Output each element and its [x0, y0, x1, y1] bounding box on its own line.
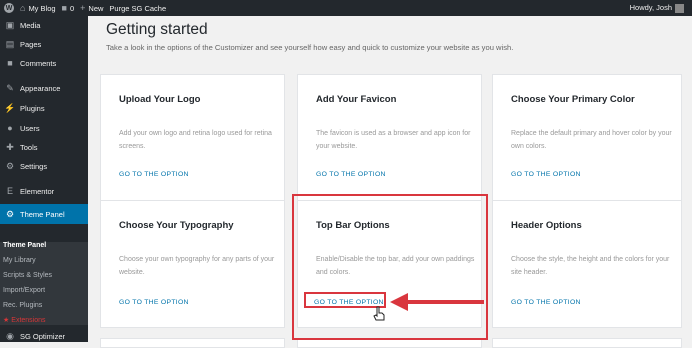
sidebar-item-label: Theme Panel [20, 209, 65, 219]
main-content: Getting started Take a look in the optio… [88, 16, 692, 348]
sidebar-item-media[interactable]: ▣ Media [0, 16, 88, 34]
purge-cache-link[interactable]: Purge SG Cache [109, 4, 166, 13]
card-title: Add Your Favicon [316, 94, 397, 105]
theme-panel-icon: ⚙ [5, 208, 15, 219]
media-icon: ▣ [5, 19, 15, 30]
submenu-my-library[interactable]: My Library [3, 257, 36, 264]
avatar [675, 3, 684, 13]
new-label: New [88, 3, 104, 13]
sidebar-item-sg-optimizer[interactable]: ◉ SG Optimizer [0, 329, 88, 343]
home-icon: ⌂ [20, 3, 26, 13]
admin-bar: W ⌂ My Blog ■ 0 + New Purge SG Cache How… [0, 0, 692, 16]
page-title: Getting started [106, 21, 208, 38]
card-description: Choose the style, the height and the col… [511, 256, 670, 276]
submenu-extensions-label: Extensions [11, 317, 46, 324]
sidebar-item-label: Elementor [20, 186, 55, 196]
card-partial [492, 338, 682, 348]
wordpress-logo-icon[interactable]: W [4, 3, 14, 13]
comments-link[interactable]: ■ 0 [62, 3, 75, 13]
sidebar-item-tools[interactable]: ✚ Tools [0, 138, 88, 156]
sidebar-item-label: Users [20, 123, 40, 133]
elementor-icon: Ε [6, 186, 13, 196]
appearance-icon: ✎ [6, 82, 14, 93]
hand-cursor-icon [373, 306, 385, 321]
card-title: Upload Your Logo [119, 94, 201, 105]
pages-icon: ▤ [5, 38, 15, 49]
sidebar-item-comments[interactable]: ■ Comments [0, 54, 88, 72]
sidebar-item-settings[interactable]: ⚙ Settings [0, 157, 88, 175]
settings-icon: ⚙ [5, 160, 15, 171]
submenu-import-export[interactable]: Import/Export [3, 287, 45, 294]
star-icon: ★ [3, 317, 10, 324]
sidebar-item-theme-panel[interactable]: ⚙ Theme Panel [0, 204, 88, 224]
highlight-box [292, 194, 488, 340]
go-to-option-link[interactable]: GO TO THE OPTION [511, 171, 581, 178]
card-add-favicon: Add Your Favicon The favicon is used as … [297, 74, 482, 209]
page-description: Take a look in the options of the Custom… [106, 43, 514, 52]
sidebar-item-label: SG Optimizer [20, 331, 66, 341]
submenu-scripts-styles[interactable]: Scripts & Styles [3, 272, 52, 279]
card-description: Replace the default primary and hover co… [511, 130, 672, 150]
go-to-option-link[interactable]: GO TO THE OPTION [316, 171, 386, 178]
howdy-label: Howdy, Josh [629, 3, 672, 12]
go-to-option-link[interactable]: GO TO THE OPTION [511, 299, 581, 306]
theme-panel-submenu: Theme Panel My Library Scripts & Styles … [0, 242, 88, 325]
red-arrow-icon [390, 293, 484, 311]
sidebar-item-label: Plugins [20, 103, 45, 113]
user-account-menu[interactable]: Howdy, Josh [630, 3, 684, 13]
card-title: Header Options [511, 220, 582, 231]
sidebar-item-label: Settings [20, 161, 48, 171]
purge-label: Purge SG Cache [109, 3, 167, 13]
card-header-options: Header Options Choose the style, the hei… [492, 200, 682, 328]
card-upload-logo: Upload Your Logo Add your own logo and r… [100, 74, 285, 209]
go-to-option-link[interactable]: GO TO THE OPTION [119, 299, 189, 306]
card-title: Choose Your Typography [119, 220, 234, 231]
submenu-extensions[interactable]: ★ Extensions [3, 316, 46, 324]
card-description: Add your own logo and retina logo used f… [119, 130, 272, 150]
sidebar-item-pages[interactable]: ▤ Pages [0, 35, 88, 53]
site-name-label: My Blog [28, 3, 56, 13]
sidebar-item-label: Pages [20, 39, 42, 49]
card-partial [100, 338, 285, 348]
comment-bubble-icon: ■ [61, 3, 67, 13]
comments-icon: ■ [7, 58, 13, 68]
sidebar-item-label: Appearance [20, 83, 61, 93]
new-content-link[interactable]: + New [80, 3, 103, 13]
sidebar-item-plugins[interactable]: ⚡ Plugins [0, 99, 88, 117]
plugins-icon: ⚡ [4, 102, 16, 113]
sidebar-item-elementor[interactable]: Ε Elementor [0, 182, 88, 200]
go-to-option-link[interactable]: GO TO THE OPTION [119, 171, 189, 178]
sidebar-item-label: Comments [20, 58, 57, 68]
users-icon: ● [7, 123, 13, 133]
sidebar-item-label: Media [20, 20, 41, 30]
site-name-link[interactable]: ⌂ My Blog [20, 3, 56, 13]
sidebar-item-appearance[interactable]: ✎ Appearance [0, 79, 88, 97]
card-description: The favicon is used as a browser and app… [316, 130, 471, 150]
card-primary-color: Choose Your Primary Color Replace the de… [492, 74, 682, 209]
card-typography: Choose Your Typography Choose your own t… [100, 200, 285, 328]
comments-count: 0 [69, 3, 75, 13]
plus-icon: + [80, 3, 86, 13]
sg-optimizer-icon: ◉ [6, 330, 14, 341]
admin-sidebar: ▣ Media ▤ Pages ■ Comments ✎ Appearance … [0, 16, 88, 342]
sidebar-item-users[interactable]: ● Users [0, 119, 88, 137]
submenu-theme-panel[interactable]: Theme Panel [3, 242, 46, 249]
card-description: Choose your own typography for any parts… [119, 256, 275, 276]
card-title: Choose Your Primary Color [511, 94, 635, 105]
submenu-rec-plugins[interactable]: Rec. Plugins [3, 302, 42, 309]
tools-icon: ✚ [6, 141, 14, 152]
sidebar-item-label: Tools [20, 142, 38, 152]
